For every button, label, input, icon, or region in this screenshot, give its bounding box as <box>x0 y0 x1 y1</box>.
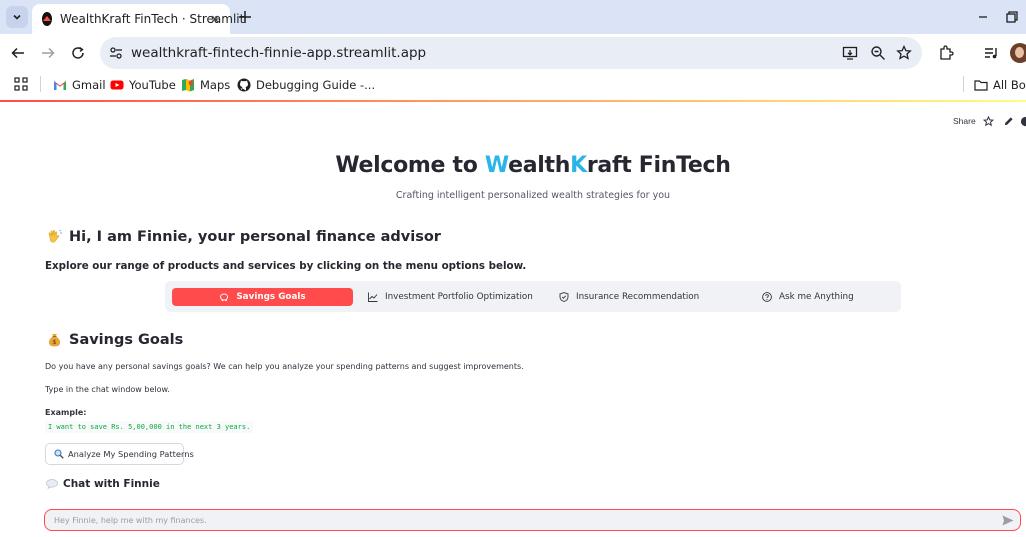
reload-button[interactable] <box>68 43 88 63</box>
menu-item-ask-me-anything[interactable]: Ask me Anything <box>762 287 854 306</box>
streamlit-decoration-bar <box>0 100 1026 102</box>
analyze-spending-button[interactable]: Analyze My Spending Patterns <box>45 443 194 465</box>
plus-icon <box>239 11 251 23</box>
apps-grid-icon[interactable] <box>14 77 28 91</box>
greeting-heading: Hi, I am Finnie, your personal finance a… <box>46 228 441 245</box>
address-bar[interactable]: wealthkraft-fintech-finnie-app.streamlit… <box>100 37 922 69</box>
bookmark-maps[interactable]: Maps <box>181 76 230 94</box>
savings-description: Do you have any personal savings goals? … <box>45 362 524 371</box>
example-label: Example: <box>45 408 87 417</box>
browser-tabstrip: WealthKraft FinTech · Streamlit <box>0 0 1026 34</box>
section-title-text: Savings Goals <box>69 331 184 348</box>
streamlit-favicon-icon <box>42 12 52 26</box>
maps-icon <box>181 78 195 92</box>
site-settings-icon[interactable] <box>108 45 124 61</box>
menu-item-label: Investment Portfolio Optimization <box>385 291 533 302</box>
page-title: Welcome to WealthKraft FinTech <box>0 153 1026 178</box>
browser-tab-active[interactable]: WealthKraft FinTech · Streamlit <box>32 4 244 34</box>
bookmarks-bar: Gmail YouTube Maps Debugging Guide -... … <box>0 72 1026 98</box>
page-subtitle: Crafting intelligent personalized wealth… <box>395 190 671 201</box>
close-icon[interactable] <box>208 12 222 26</box>
send-icon[interactable] <box>1002 515 1014 526</box>
menu-item-label: Savings Goals <box>236 292 306 302</box>
magnifying-glass-icon <box>54 449 64 459</box>
reload-icon <box>72 46 84 59</box>
chat-heading: Chat with Finnie <box>46 478 160 490</box>
savings-instruction: Type in the chat window below. <box>45 385 170 394</box>
arrow-right-icon <box>42 47 55 59</box>
bookmark-label: Debugging Guide -... <box>256 78 376 92</box>
piggy-bank-icon <box>220 293 229 302</box>
chart-line-icon <box>368 292 378 302</box>
title-part: raft FinTech <box>586 153 731 178</box>
chevron-down-icon <box>13 14 21 20</box>
section-heading: $ Savings Goals <box>46 331 183 348</box>
button-label: Analyze My Spending Patterns <box>68 449 194 459</box>
bookmark-label: Maps <box>200 78 231 92</box>
title-accent-k: K <box>570 153 587 178</box>
share-button[interactable]: Share <box>953 116 976 126</box>
restore-icon[interactable] <box>1004 9 1020 25</box>
bookmark-label: YouTube <box>129 78 176 92</box>
star-icon[interactable] <box>983 116 994 127</box>
youtube-icon <box>110 78 124 92</box>
arrow-left-icon <box>11 47 24 59</box>
money-bag-icon: $ <box>46 331 63 348</box>
chat-input[interactable] <box>54 513 974 528</box>
shield-icon <box>559 291 569 302</box>
divider <box>40 76 41 92</box>
explore-text: Explore our range of products and servic… <box>45 260 527 272</box>
bookmark-label: Gmail <box>72 78 106 92</box>
title-part: ealth <box>508 153 571 178</box>
bookmark-gmail[interactable]: Gmail <box>53 76 106 94</box>
github-icon <box>237 78 251 92</box>
minimize-icon[interactable] <box>975 10 991 24</box>
menu-item-label: Ask me Anything <box>779 291 854 302</box>
title-prefix: Welcome to <box>335 153 485 178</box>
bookmark-star-icon[interactable] <box>896 45 912 61</box>
example-code: I want to save Rs. 5,00,000 in the next … <box>45 421 254 433</box>
speech-bubble-icon <box>46 479 58 490</box>
menu-item-insurance-recommendation[interactable]: Insurance Recommendation <box>559 287 699 306</box>
chat-title-text: Chat with Finnie <box>63 478 160 490</box>
edit-pencil-icon[interactable] <box>1003 116 1014 127</box>
forward-button[interactable] <box>38 43 58 63</box>
chat-input-box <box>44 509 1021 531</box>
folder-icon <box>974 78 988 92</box>
bookmark-debugging-guide[interactable]: Debugging Guide -... <box>237 76 375 94</box>
menu-item-investment-portfolio[interactable]: Investment Portfolio Optimization <box>368 287 533 306</box>
media-control-icon[interactable] <box>983 45 999 61</box>
all-bookmarks-button[interactable]: All Boo <box>974 76 1026 94</box>
profile-avatar[interactable] <box>1010 43 1026 63</box>
install-app-icon[interactable] <box>842 45 858 61</box>
extensions-icon[interactable] <box>938 45 954 61</box>
title-accent-w: W <box>484 153 509 178</box>
greeting-text: Hi, I am Finnie, your personal finance a… <box>69 228 441 245</box>
zoom-icon[interactable] <box>870 45 886 61</box>
back-button[interactable] <box>8 43 28 63</box>
waving-hand-icon <box>46 228 63 245</box>
bookmark-label: All Boo <box>993 78 1026 92</box>
svg-text:$: $ <box>52 339 56 346</box>
menu-item-label: Insurance Recommendation <box>576 291 700 302</box>
new-tab-button[interactable] <box>236 8 254 26</box>
browser-toolbar: wealthkraft-fintech-finnie-app.streamlit… <box>0 34 1026 72</box>
gmail-icon <box>53 78 67 92</box>
url-text: wealthkraft-fintech-finnie-app.streamlit… <box>131 45 427 61</box>
github-icon[interactable] <box>1020 116 1026 127</box>
divider <box>963 76 964 92</box>
question-circle-icon <box>762 291 772 302</box>
bookmark-youtube[interactable]: YouTube <box>110 76 176 94</box>
menu-item-savings-goals[interactable]: Savings Goals <box>172 288 353 306</box>
tab-search-button[interactable] <box>6 6 28 28</box>
